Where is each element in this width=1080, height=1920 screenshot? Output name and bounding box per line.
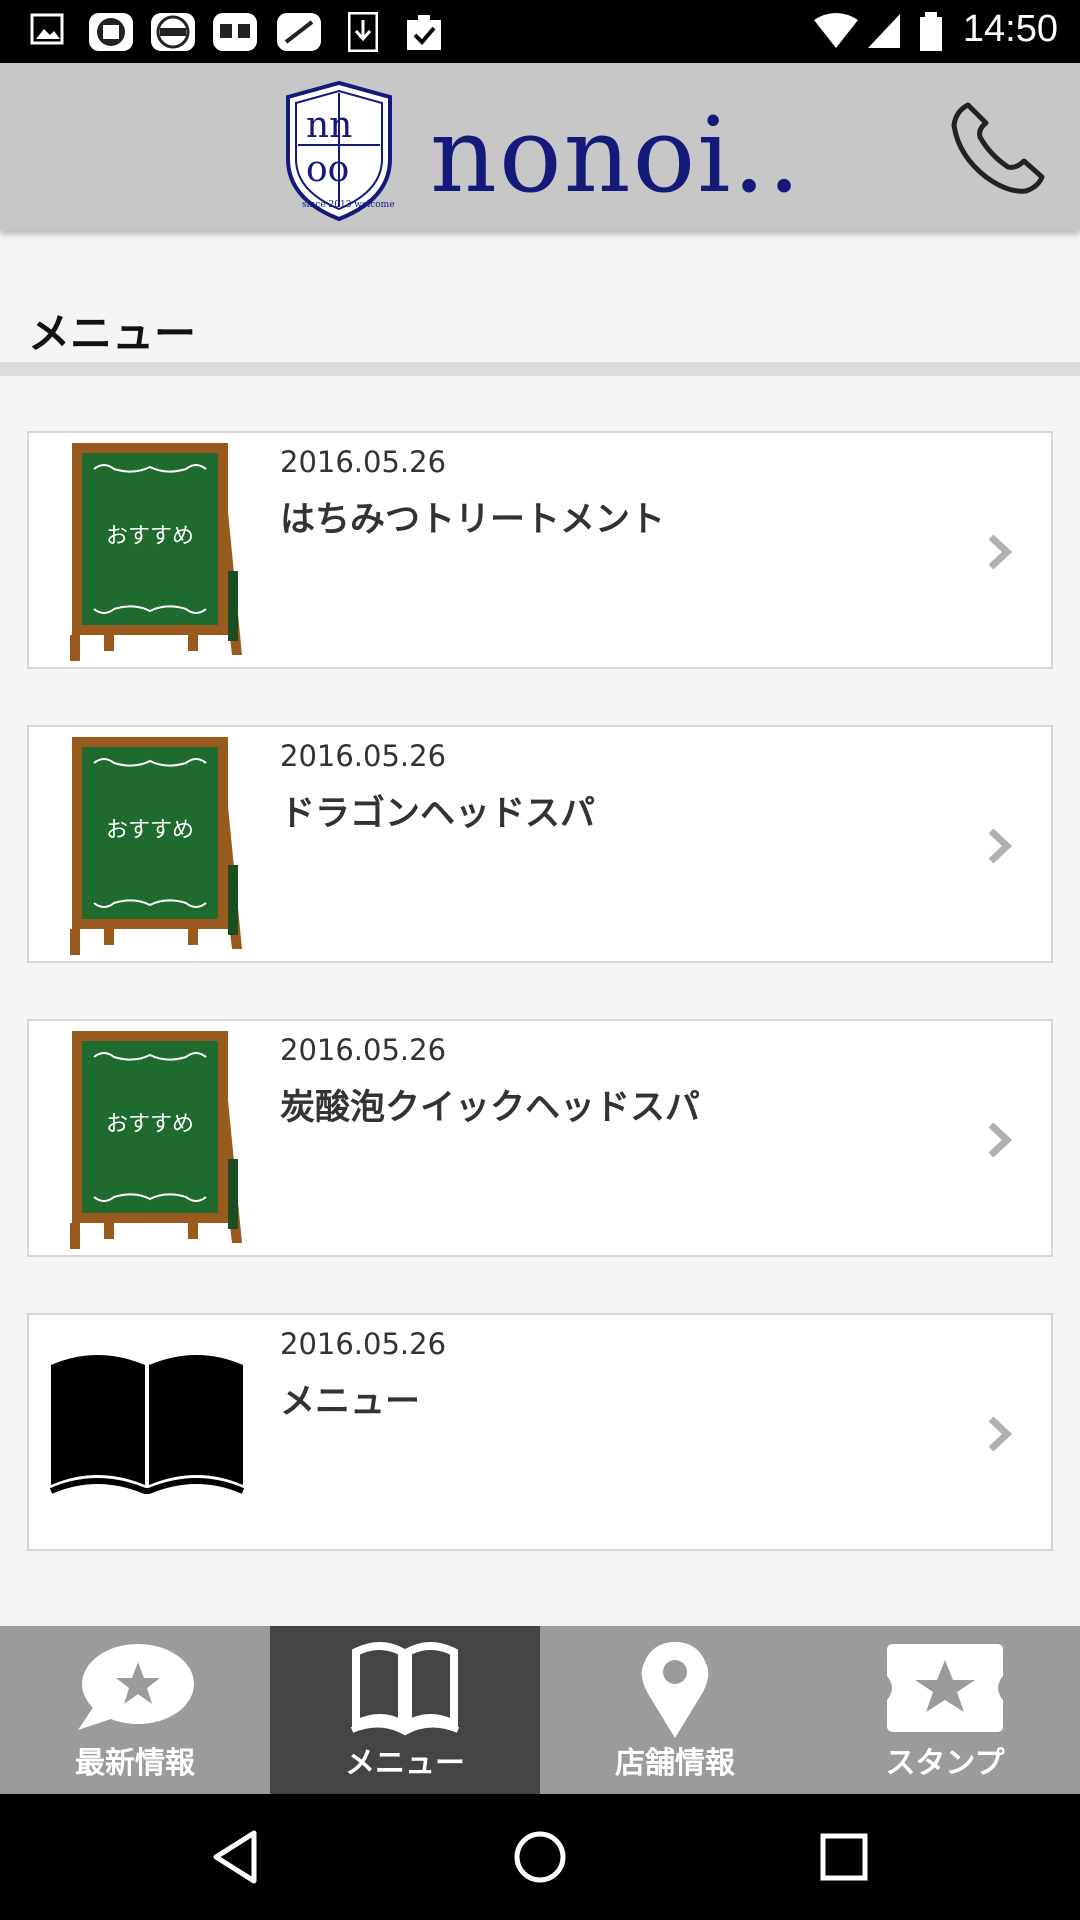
list-item[interactable]: おすすめ 2016.05.26 炭酸泡クイックヘッドスパ <box>27 1019 1053 1257</box>
tab-label: 最新情報 <box>75 1746 195 1781</box>
wifi-icon <box>814 13 858 48</box>
chevron-right-icon <box>988 828 1013 864</box>
svg-text:おすすめ: おすすめ <box>106 818 194 843</box>
tab-label: スタンプ <box>885 1746 1005 1781</box>
map-pin-icon <box>641 1642 709 1738</box>
chalkboard-icon: おすすめ <box>70 737 242 955</box>
item-title: はちみつトリートメント <box>280 500 666 540</box>
stamp-star-icon <box>887 1644 1003 1732</box>
chevron-right-icon <box>988 1416 1013 1452</box>
bottom-nav: 最新情報 メニュー 店舗情報 スタンプ <box>0 1626 1080 1794</box>
item-title: 炭酸泡クイックヘッドスパ <box>280 1088 701 1128</box>
status-bar: 14:50 <box>0 0 1080 63</box>
page-title: メニュー <box>28 309 197 358</box>
item-title: ドラゴンヘッドスパ <box>280 794 596 834</box>
book-icon <box>350 1642 460 1736</box>
svg-text:since 2013 welcome: since 2013 welcome <box>302 200 395 210</box>
tab-news[interactable]: 最新情報 <box>0 1626 270 1794</box>
system-nav-bar <box>0 1794 1080 1920</box>
home-icon[interactable] <box>512 1827 568 1887</box>
list-item[interactable]: 2016.05.26 メニュー <box>27 1313 1053 1551</box>
app-header: nn oo since 2013 welcome nonoi.. <box>0 63 1080 230</box>
item-date: 2016.05.26 <box>280 739 447 773</box>
status-time: 14:50 <box>962 8 1058 50</box>
chalkboard-icon: おすすめ <box>70 1031 242 1249</box>
clipboard-check-icon <box>407 15 441 50</box>
app-icon-2 <box>151 13 195 51</box>
tab-label: メニュー <box>345 1746 465 1781</box>
chevron-right-icon <box>988 1122 1013 1158</box>
tab-menu[interactable]: メニュー <box>270 1626 540 1794</box>
item-date: 2016.05.26 <box>280 1033 447 1067</box>
tab-store-info[interactable]: 店舗情報 <box>540 1626 810 1794</box>
battery-icon <box>920 12 942 51</box>
app-icon-1 <box>89 13 133 51</box>
logo-text: nonoi.. <box>430 94 803 216</box>
chevron-right-icon <box>988 534 1013 570</box>
app-icon-4 <box>277 13 321 51</box>
svg-text:おすすめ: おすすめ <box>106 1112 194 1137</box>
gallery-icon <box>30 13 64 45</box>
svg-text:nn: nn <box>306 105 352 146</box>
tab-stamp[interactable]: スタンプ <box>810 1626 1080 1794</box>
back-icon[interactable] <box>210 1827 260 1887</box>
chalkboard-icon: おすすめ <box>70 443 242 661</box>
list-item[interactable]: おすすめ 2016.05.26 はちみつトリートメント <box>27 431 1053 669</box>
news-bubble-icon <box>78 1644 194 1730</box>
svg-text:おすすめ: おすすめ <box>106 524 194 549</box>
section-divider <box>0 362 1080 376</box>
tab-label: 店舗情報 <box>615 1746 735 1781</box>
logo-emblem: nn oo since 2013 welcome <box>286 80 395 222</box>
download-icon <box>348 12 378 52</box>
recents-icon[interactable] <box>818 1827 870 1887</box>
item-title: メニュー <box>280 1382 421 1422</box>
item-date: 2016.05.26 <box>280 445 447 479</box>
phone-icon[interactable] <box>946 95 1050 199</box>
signal-icon <box>868 14 900 48</box>
list-item[interactable]: おすすめ 2016.05.26 ドラゴンヘッドスパ <box>27 725 1053 963</box>
item-date: 2016.05.26 <box>280 1327 447 1361</box>
book-icon <box>49 1355 245 1494</box>
svg-text:oo: oo <box>306 149 349 190</box>
app-icon-3 <box>213 13 257 51</box>
